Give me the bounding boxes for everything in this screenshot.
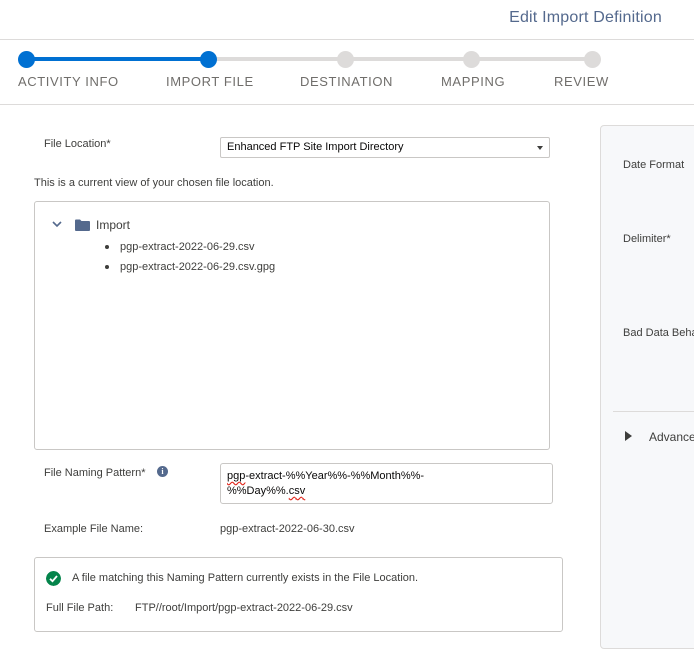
file-settings-panel: Date Format Delimiter* Bad Data Beha Adv… [600,125,694,649]
naming-pattern-input[interactable]: pgp-extract-%%Year%%-%%Month%%- %%Day%%.… [220,463,553,504]
date-format-label: Date Format [623,159,685,171]
info-icon[interactable]: i [157,466,168,477]
chevron-down-icon[interactable] [52,219,62,229]
step-dot-mapping[interactable] [463,51,480,68]
file-location-hint: This is a current view of your chosen fi… [34,177,274,189]
pattern-text: -extract-%%Year%%-%%Month%%- [245,470,425,482]
file-name: pgp-extract-2022-06-29.csv.gpg [120,261,276,273]
advanced-section-toggle[interactable]: Advance [649,430,694,444]
pattern-text: %%Day%%. [227,485,289,497]
panel-divider [613,411,694,412]
step-label-review[interactable]: REVIEW [554,74,609,89]
file-location-label: File Location* [44,138,111,150]
page-header: Edit Import Definition [0,0,694,40]
file-list-item[interactable]: pgp-extract-2022-06-29.csv [105,241,255,253]
step-label-activity-info[interactable]: ACTIVITY INFO [18,74,119,89]
step-label-import-file[interactable]: IMPORT FILE [166,74,254,89]
file-location-select[interactable]: Enhanced FTP Site Import Directory [220,137,550,158]
file-name: pgp-extract-2022-06-29.csv [120,241,255,253]
step-dot-destination[interactable] [337,51,354,68]
stepper-divider [0,104,694,105]
delimiter-label: Delimiter* [623,233,671,245]
spellcheck-word: pgp [227,470,246,482]
folder-label-import[interactable]: Import [96,218,130,232]
stepper-track-complete [27,57,208,61]
naming-pattern-label: File Naming Pattern* [44,467,146,479]
spellcheck-word: csv [288,485,306,497]
file-tree-panel: Import pgp-extract-2022-06-29.csv pgp-ex… [34,201,550,450]
folder-icon [75,219,90,231]
example-file-name-value: pgp-extract-2022-06-30.csv [220,523,355,535]
bad-data-behavior-label: Bad Data Beha [623,327,694,339]
file-match-status-panel: A file matching this Naming Pattern curr… [34,557,563,632]
step-dot-activity-info[interactable] [18,51,35,68]
full-file-path-value: FTP//root/Import/pgp-extract-2022-06-29.… [135,602,353,614]
bullet [105,245,109,249]
step-label-destination[interactable]: DESTINATION [300,74,393,89]
stepper-track-incomplete [208,57,592,61]
status-message: A file matching this Naming Pattern curr… [72,572,419,584]
caret-down-icon [537,146,543,150]
file-location-value: Enhanced FTP Site Import Directory [227,141,404,153]
page-title: Edit Import Definition [509,9,662,26]
full-file-path-label: Full File Path: [46,602,114,614]
expand-triangle-icon[interactable] [625,431,632,441]
bullet [105,265,109,269]
step-label-mapping[interactable]: MAPPING [441,74,505,89]
file-list-item[interactable]: pgp-extract-2022-06-29.csv.gpg [105,261,275,273]
example-file-name-label: Example File Name: [44,523,144,535]
step-dot-import-file[interactable] [200,51,217,68]
success-check-icon [46,571,61,586]
step-dot-review[interactable] [584,51,601,68]
